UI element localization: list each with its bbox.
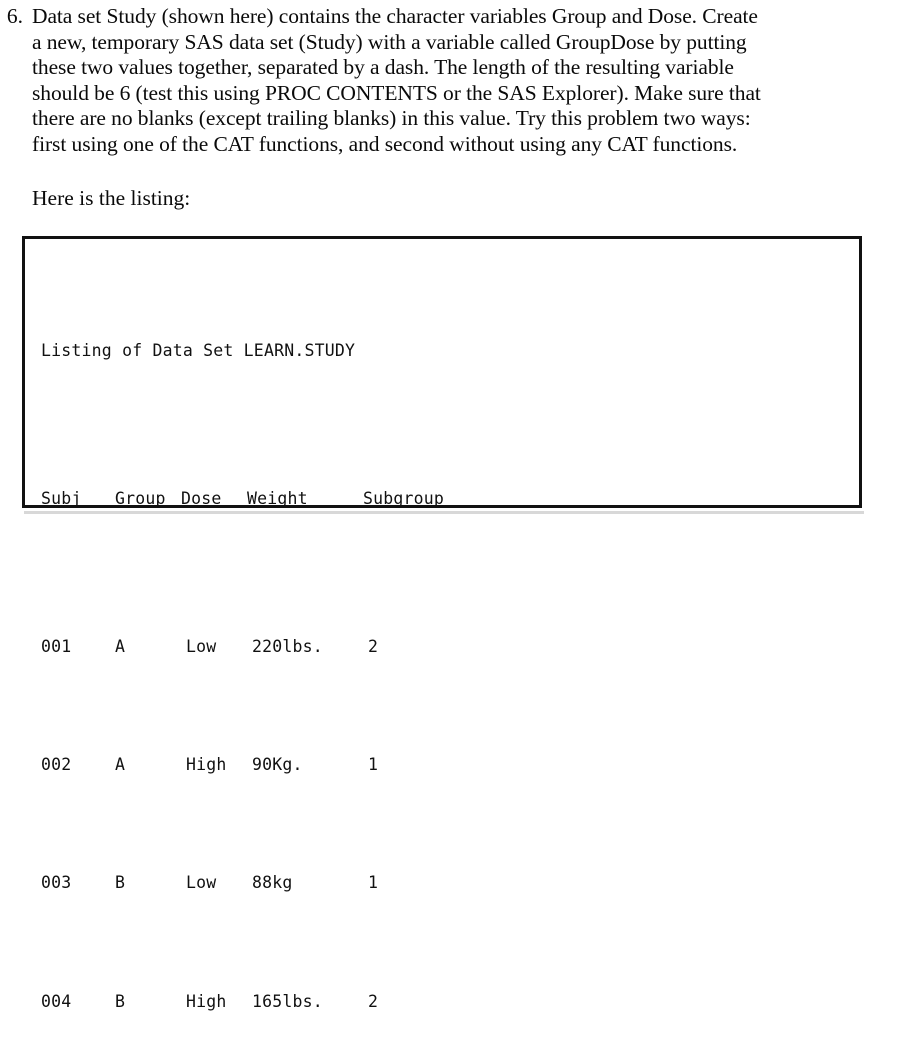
table-row: 001 A Low 220lbs. 2 (41, 632, 859, 662)
listing-intro-text: Here is the listing: (32, 186, 191, 210)
question-line: first using one of the CAT functions, an… (32, 131, 738, 156)
question-row: 6. Data set Study (shown here) contains … (0, 0, 903, 158)
cell-dose: Low (186, 636, 217, 656)
column-header-weight: Weight (247, 488, 308, 508)
question-line: a new, temporary SAS data set (Study) wi… (32, 29, 747, 54)
question-text: Data set Study (shown here) contains the… (32, 0, 903, 158)
cell-weight: 90Kg. (252, 755, 303, 775)
cell-subj: 002 (41, 755, 72, 775)
table-row: 002 A High 90Kg. 1 (41, 750, 859, 780)
sas-listing: Listing of Data Set LEARN.STUDY Subj Grou… (25, 239, 859, 1046)
cell-subgroup: 1 (368, 755, 379, 775)
question-line: there are no blanks (except trailing bla… (32, 106, 751, 131)
exercise-question: 6. Data set Study (shown here) contains … (0, 0, 903, 158)
cell-subj: 003 (41, 873, 72, 893)
question-line: should be 6 (test this using PROC CONTEN… (32, 80, 761, 105)
listing-title: Listing of Data Set LEARN.STUDY (41, 340, 356, 360)
question-line: these two values together, separated by … (32, 55, 734, 80)
cell-subgroup: 2 (368, 636, 379, 656)
sas-output-box: Listing of Data Set LEARN.STUDY Subj Grou… (22, 236, 862, 1011)
question-line: Data set Study (shown here) contains the… (32, 4, 758, 28)
cell-dose: High (186, 991, 227, 1011)
cell-group: A (115, 755, 126, 775)
cell-weight: 88kg (252, 873, 293, 893)
cell-subj: 001 (41, 636, 72, 656)
column-header-dose: Dose (181, 488, 222, 508)
cell-group: B (115, 873, 126, 893)
cell-dose: Low (186, 873, 217, 893)
column-header-subj: Subj (41, 488, 82, 508)
cell-dose: High (186, 755, 227, 775)
cell-subj: 004 (41, 991, 72, 1011)
output-box-shadow (24, 511, 864, 514)
column-header-subgroup: Subgroup (363, 488, 445, 508)
table-row: 003 B Low 88kg 1 (41, 868, 859, 898)
cell-group: A (115, 636, 126, 656)
cell-weight: 165lbs. (252, 991, 323, 1011)
cell-subgroup: 1 (368, 873, 379, 893)
table-row: 004 B High 165lbs. 2 (41, 987, 859, 1017)
question-number: 6. (6, 4, 23, 28)
cell-group: B (115, 991, 126, 1011)
column-header-group: Group (115, 488, 166, 508)
cell-weight: 220lbs. (252, 636, 323, 656)
cell-subgroup: 2 (368, 991, 379, 1011)
listing-header-row: Subj Group Dose Weight Subgroup (41, 484, 859, 514)
